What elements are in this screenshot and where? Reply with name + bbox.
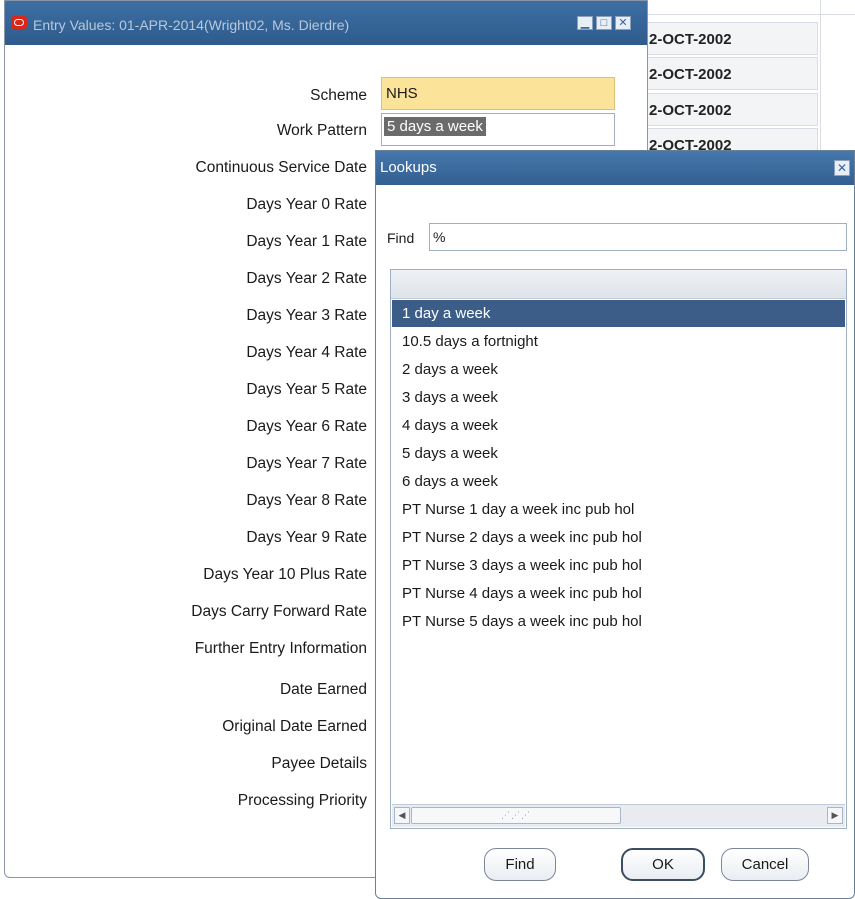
lookups-titlebar[interactable]: Lookups ✕ (376, 151, 854, 185)
label-days-year-1-rate: Days Year 1 Rate (246, 233, 367, 250)
background-table: 2-OCT-2002 2-OCT-2002 2-OCT-2002 2-OCT-2… (640, 0, 855, 161)
close-icon[interactable]: ✕ (615, 16, 631, 30)
label-days-year-8-rate: Days Year 8 Rate (246, 492, 367, 509)
list-item[interactable]: 6 days a week (392, 468, 845, 495)
label-days-carry-forward-rate: Days Carry Forward Rate (191, 603, 367, 620)
date-cell[interactable]: 2-OCT-2002 (640, 93, 818, 126)
find-button-label: Find (505, 856, 535, 873)
label-days-year-7-rate: Days Year 7 Rate (246, 455, 367, 472)
table-top-row (640, 0, 855, 15)
date-cell[interactable]: 2-OCT-2002 (640, 57, 818, 90)
table-row[interactable]: 2-OCT-2002 (640, 93, 855, 128)
close-icon[interactable]: ✕ (834, 160, 850, 176)
label-further-entry-information: Further Entry Information (194, 640, 367, 657)
list-item[interactable]: 3 days a week (392, 384, 845, 411)
label-days-year-9-rate: Days Year 9 Rate (246, 529, 367, 546)
work-pattern-value: 5 days a week (384, 117, 486, 136)
cancel-button[interactable]: Cancel (721, 848, 809, 881)
list-item[interactable]: PT Nurse 1 day a week inc pub hol (392, 496, 845, 523)
lookups-title: Lookups (380, 159, 437, 176)
date-cell[interactable]: 2-OCT-2002 (640, 22, 818, 55)
list-item[interactable]: PT Nurse 4 days a week inc pub hol (392, 580, 845, 607)
label-days-year-3-rate: Days Year 3 Rate (246, 307, 367, 324)
label-days-year-2-rate: Days Year 2 Rate (246, 270, 367, 287)
scheme-field[interactable]: NHS (381, 77, 615, 110)
table-row[interactable]: 2-OCT-2002 (640, 57, 855, 92)
cancel-button-label: Cancel (741, 856, 789, 873)
scroll-thumb[interactable]: ⋰⋰⋰ (411, 807, 621, 824)
label-processing-priority: Processing Priority (237, 792, 367, 809)
lookup-list[interactable]: 1 day a week 10.5 days a fortnight 2 day… (390, 269, 847, 829)
label-days-year-0-rate: Days Year 0 Rate (246, 196, 367, 213)
list-item[interactable]: 2 days a week (392, 356, 845, 383)
label-days-year-10-plus-rate: Days Year 10 Plus Rate (203, 566, 367, 583)
label-work-pattern: Work Pattern (276, 122, 367, 139)
list-item[interactable]: 4 days a week (392, 412, 845, 439)
label-original-date-earned: Original Date Earned (222, 718, 367, 735)
label-days-year-6-rate: Days Year 6 Rate (246, 418, 367, 435)
table-row[interactable]: 2-OCT-2002 (640, 22, 855, 57)
minimize-icon[interactable]: ▁ (577, 16, 593, 30)
label-continuous-service-date: Continuous Service Date (195, 159, 367, 176)
field-labels: Scheme Work Pattern Continuous Service D… (5, 1, 367, 879)
list-item[interactable]: PT Nurse 2 days a week inc pub hol (392, 524, 845, 551)
list-item-selected[interactable]: 1 day a week (392, 300, 845, 327)
ok-button-label: OK (652, 856, 674, 873)
label-days-year-4-rate: Days Year 4 Rate (246, 344, 367, 361)
list-item[interactable]: PT Nurse 3 days a week inc pub hol (392, 552, 845, 579)
list-item[interactable]: 10.5 days a fortnight (392, 328, 845, 355)
list-item[interactable]: 5 days a week (392, 440, 845, 467)
work-pattern-field[interactable]: 5 days a week (381, 113, 615, 146)
horizontal-scrollbar[interactable]: ◀ ⋰⋰⋰ ▶ (392, 804, 845, 827)
find-label: Find (387, 230, 415, 246)
ok-button[interactable]: OK (621, 848, 705, 881)
scroll-right-icon[interactable]: ▶ (827, 807, 843, 824)
find-input[interactable] (429, 223, 847, 251)
label-days-year-5-rate: Days Year 5 Rate (246, 381, 367, 398)
lookups-dialog: Lookups ✕ Find 1 day a week 10.5 days a … (375, 150, 855, 899)
label-date-earned: Date Earned (279, 681, 367, 698)
list-item[interactable]: PT Nurse 5 days a week inc pub hol (392, 608, 845, 635)
scroll-left-icon[interactable]: ◀ (394, 807, 410, 824)
maximize-icon[interactable]: □ (596, 16, 612, 30)
find-button[interactable]: Find (484, 848, 556, 881)
label-scheme: Scheme (310, 87, 367, 104)
list-header (391, 270, 846, 299)
label-payee-details: Payee Details (271, 755, 367, 772)
